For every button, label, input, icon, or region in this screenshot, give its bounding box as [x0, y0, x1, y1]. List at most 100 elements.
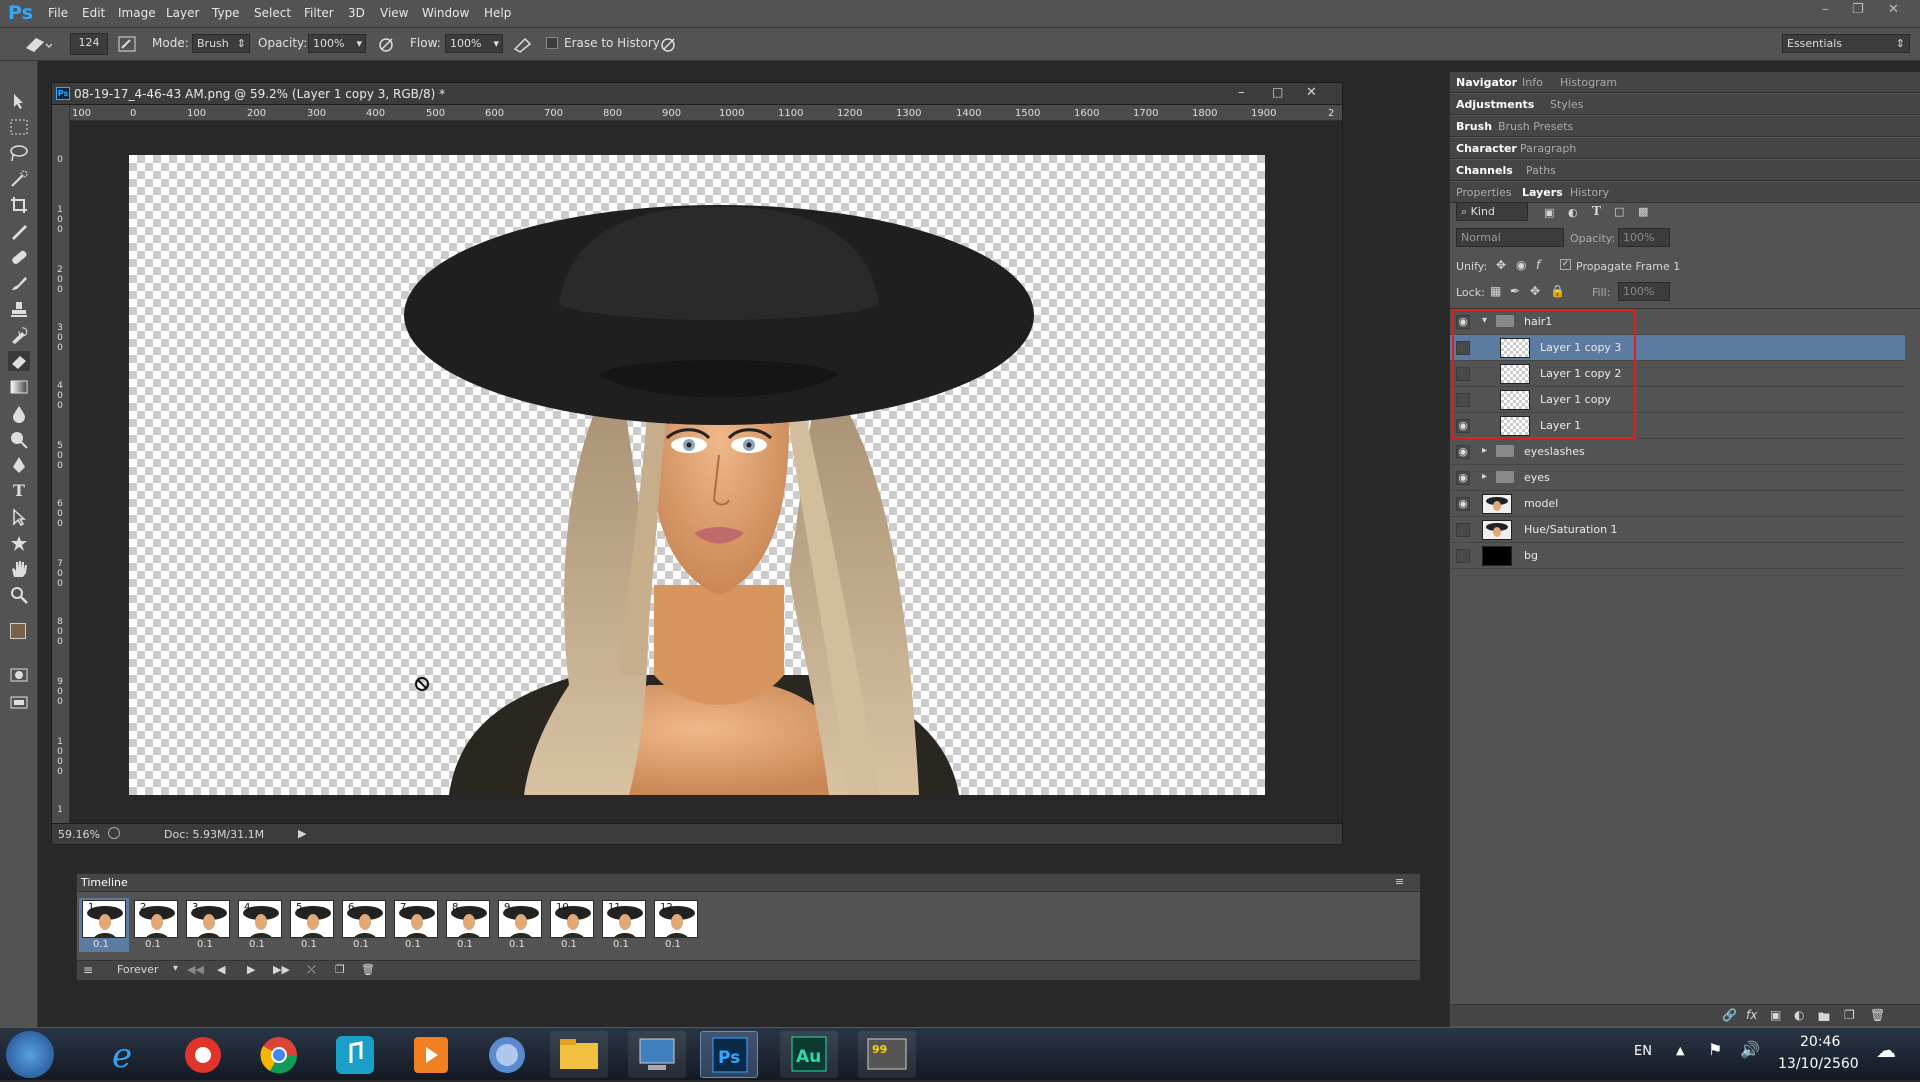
- frame-delay[interactable]: 0.1: [93, 939, 109, 950]
- frame-delay[interactable]: 0.1: [197, 939, 213, 950]
- menu-select[interactable]: Select: [254, 6, 291, 20]
- previous-frame-icon[interactable]: ◀: [217, 963, 225, 976]
- tab-navigator[interactable]: Navigator: [1456, 76, 1517, 89]
- minimize-icon[interactable]: –: [1822, 2, 1829, 17]
- quick-selection-tool-icon[interactable]: [8, 169, 30, 189]
- tray-expand-icon[interactable]: ▲: [1676, 1044, 1684, 1057]
- close-icon[interactable]: ✕: [1888, 2, 1899, 17]
- spot-healing-tool-icon[interactable]: [8, 247, 30, 267]
- frame-5[interactable]: 5 0.1: [287, 898, 337, 952]
- propagate-frame-checkbox[interactable]: ✓: [1560, 259, 1571, 270]
- path-selection-tool-icon[interactable]: [8, 507, 30, 527]
- layer-row[interactable]: Hue/Saturation 1: [1450, 517, 1905, 543]
- pen-tool-icon[interactable]: [8, 455, 30, 475]
- color-swatches[interactable]: [8, 617, 33, 653]
- tab-layers[interactable]: Layers: [1522, 186, 1563, 199]
- menu-edit[interactable]: Edit: [82, 6, 105, 20]
- new-layer-icon[interactable]: ❐: [1844, 1008, 1855, 1022]
- type-tool-icon[interactable]: T: [8, 481, 30, 501]
- tab-paths[interactable]: Paths: [1526, 164, 1556, 177]
- red-app-icon[interactable]: [174, 1031, 232, 1078]
- erase-to-history-checkbox[interactable]: [546, 37, 558, 49]
- menu-filter[interactable]: Filter: [304, 6, 334, 20]
- tab-styles[interactable]: Styles: [1550, 98, 1583, 111]
- duplicate-frame-icon[interactable]: ❐: [335, 963, 345, 976]
- frame-7[interactable]: 7 0.1: [391, 898, 441, 952]
- chevron-right-icon[interactable]: ▸: [1482, 445, 1487, 456]
- tab-info[interactable]: Info: [1522, 76, 1543, 89]
- frame-delay[interactable]: 0.1: [613, 939, 629, 950]
- zoom-tool-icon[interactable]: [8, 585, 30, 605]
- tab-adjustments[interactable]: Adjustments: [1456, 98, 1534, 111]
- convert-timeline-icon[interactable]: ≡: [83, 963, 93, 977]
- chrome-icon[interactable]: [250, 1031, 308, 1078]
- custom-shape-tool-icon[interactable]: [8, 533, 30, 553]
- tab-history[interactable]: History: [1570, 186, 1609, 199]
- tab-channels[interactable]: Channels: [1456, 164, 1513, 177]
- frame-4[interactable]: 4 0.1: [235, 898, 285, 952]
- blur-tool-icon[interactable]: [8, 403, 30, 423]
- history-brush-tool-icon[interactable]: [8, 325, 30, 345]
- internet-explorer-icon[interactable]: e: [98, 1031, 156, 1078]
- doc-maximize-icon[interactable]: □: [1272, 85, 1283, 99]
- tab-brush[interactable]: Brush: [1456, 120, 1492, 133]
- frame-delay[interactable]: 0.1: [249, 939, 265, 950]
- flow-input[interactable]: 100% ▾: [445, 34, 503, 53]
- gradient-tool-icon[interactable]: [8, 377, 30, 397]
- adjustment-layer-icon[interactable]: ◐: [1794, 1008, 1804, 1022]
- brush-panel-toggle-icon[interactable]: [118, 36, 136, 55]
- menu-image[interactable]: Image: [118, 6, 156, 20]
- lock-transparent-icon[interactable]: ▦: [1490, 284, 1501, 298]
- doc-close-icon[interactable]: ✕: [1306, 85, 1317, 100]
- layer-opacity-input[interactable]: 100%: [1618, 228, 1670, 247]
- tab-character[interactable]: Character: [1456, 142, 1517, 155]
- menu-view[interactable]: View: [380, 6, 408, 20]
- link-layers-icon[interactable]: 🔗: [1722, 1008, 1737, 1022]
- music-app-icon[interactable]: [326, 1031, 384, 1078]
- remote-desktop-icon[interactable]: [628, 1031, 686, 1078]
- lock-all-icon[interactable]: 🔒: [1550, 284, 1565, 298]
- filter-shape-icon[interactable]: □: [1614, 205, 1624, 218]
- visibility-toggle-empty[interactable]: [1456, 549, 1470, 563]
- marquee-tool-icon[interactable]: [8, 117, 30, 137]
- unify-style-icon[interactable]: f: [1536, 258, 1540, 272]
- action-center-flag-icon[interactable]: ⚑: [1708, 1040, 1722, 1059]
- mode-dropdown[interactable]: Brush ⇕: [192, 34, 250, 53]
- airbrush-icon[interactable]: [512, 35, 534, 56]
- lock-position-icon[interactable]: ✥: [1530, 284, 1540, 298]
- frame-delay[interactable]: 0.1: [665, 939, 681, 950]
- layer-row[interactable]: bg: [1450, 543, 1905, 569]
- quick-mask-icon[interactable]: [8, 665, 30, 685]
- restore-icon[interactable]: ❐: [1852, 2, 1864, 17]
- frame-delay[interactable]: 0.1: [145, 939, 161, 950]
- eye-icon[interactable]: ◉: [1456, 445, 1470, 459]
- delete-layer-icon[interactable]: 🗑: [1870, 1008, 1885, 1022]
- brush-size-picker[interactable]: 124: [70, 33, 108, 55]
- frame-2[interactable]: 2 0.1: [131, 898, 181, 952]
- menu-file[interactable]: File: [48, 6, 68, 20]
- pressure-opacity-icon[interactable]: [376, 35, 396, 56]
- tween-icon[interactable]: ⤬: [307, 963, 316, 977]
- layer-row[interactable]: ◉ model: [1450, 491, 1905, 517]
- clone-stamp-tool-icon[interactable]: [8, 299, 30, 319]
- blend-mode-dropdown[interactable]: Normal: [1456, 228, 1564, 247]
- media-player-icon[interactable]: [402, 1031, 460, 1078]
- doc-minimize-icon[interactable]: –: [1238, 85, 1245, 100]
- add-mask-icon[interactable]: ▣: [1770, 1008, 1781, 1022]
- screen-mode-icon[interactable]: [8, 693, 30, 713]
- photoshop-taskbar-icon[interactable]: Ps: [700, 1031, 758, 1078]
- volume-icon[interactable]: 🔊: [1740, 1040, 1760, 1059]
- tab-brush-presets[interactable]: Brush Presets: [1498, 120, 1573, 133]
- foreground-color-swatch[interactable]: [10, 623, 26, 639]
- frame-delay[interactable]: 0.1: [405, 939, 421, 950]
- layer-group-eyes[interactable]: ◉ ▸ eyes: [1450, 465, 1905, 491]
- status-menu-arrow-icon[interactable]: ▶: [298, 827, 306, 840]
- workspace-dropdown[interactable]: Essentials ⇕: [1782, 34, 1910, 53]
- layer-style-icon[interactable]: fx: [1746, 1008, 1757, 1022]
- frame-10[interactable]: 10 0.1: [547, 898, 597, 952]
- language-indicator[interactable]: EN: [1634, 1044, 1652, 1059]
- menu-help[interactable]: Help: [484, 6, 511, 20]
- brush-tool-icon[interactable]: [8, 273, 30, 293]
- frame-3[interactable]: 3 0.1: [183, 898, 233, 952]
- filter-adjustment-icon[interactable]: ◐: [1568, 206, 1578, 219]
